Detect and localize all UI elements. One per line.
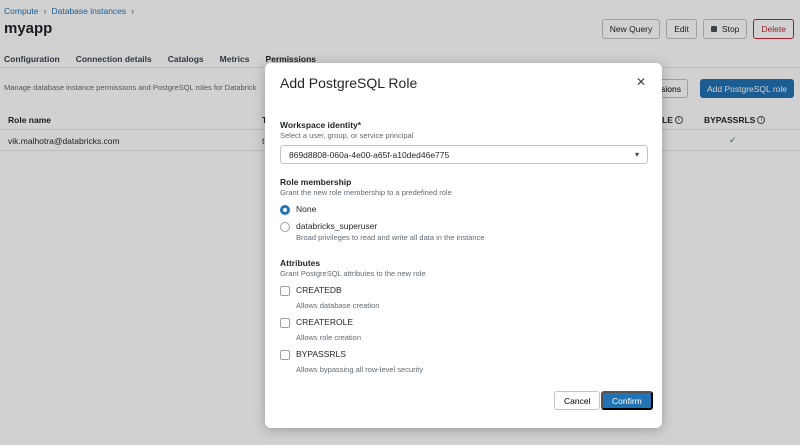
add-postgresql-role-dialog: Add PostgreSQL Role ✕ Workspace identity…	[265, 63, 662, 428]
createrole-checkbox[interactable]	[280, 318, 290, 328]
workspace-identity-value: 869d8808-060a-4e00-a65f-a10ded46e775	[289, 149, 450, 160]
close-icon[interactable]: ✕	[634, 75, 648, 89]
bypassrls-help: Allows bypassing all row-level security	[296, 365, 424, 374]
role-membership-help: Grant the new role membership to a prede…	[280, 188, 452, 197]
createrole-label: CREATEROLE	[296, 317, 353, 327]
workspace-identity-select[interactable]: 869d8808-060a-4e00-a65f-a10ded46e775 ▾	[280, 145, 648, 164]
radio-none-label: None	[296, 204, 317, 214]
createdb-label: CREATEDB	[296, 285, 342, 295]
role-membership-label: Role membership	[280, 177, 352, 187]
attributes-label: Attributes	[280, 258, 321, 268]
bypassrls-checkbox[interactable]	[280, 350, 290, 360]
confirm-button[interactable]: Confirm	[601, 391, 653, 410]
radio-databricks-superuser[interactable]	[280, 222, 290, 232]
chevron-down-icon: ▾	[634, 150, 639, 159]
createdb-checkbox[interactable]	[280, 286, 290, 296]
dialog-title: Add PostgreSQL Role	[280, 75, 418, 91]
bypassrls-label: BYPASSRLS	[296, 349, 346, 359]
radio-none[interactable]	[280, 205, 290, 215]
cancel-button[interactable]: Cancel	[554, 391, 601, 410]
attributes-help: Grant PostgreSQL attributes to the new r…	[280, 269, 426, 278]
createrole-help: Allows role creation	[296, 333, 362, 342]
workspace-identity-label: Workspace identity*	[280, 120, 362, 130]
radio-databricks-superuser-label: databricks_superuser	[296, 221, 378, 231]
workspace-identity-help: Select a user, group, or service princip…	[280, 131, 414, 140]
radio-databricks-superuser-help: Broad privileges to read and write all d…	[296, 233, 485, 242]
createdb-help: Allows database creation	[296, 301, 380, 310]
